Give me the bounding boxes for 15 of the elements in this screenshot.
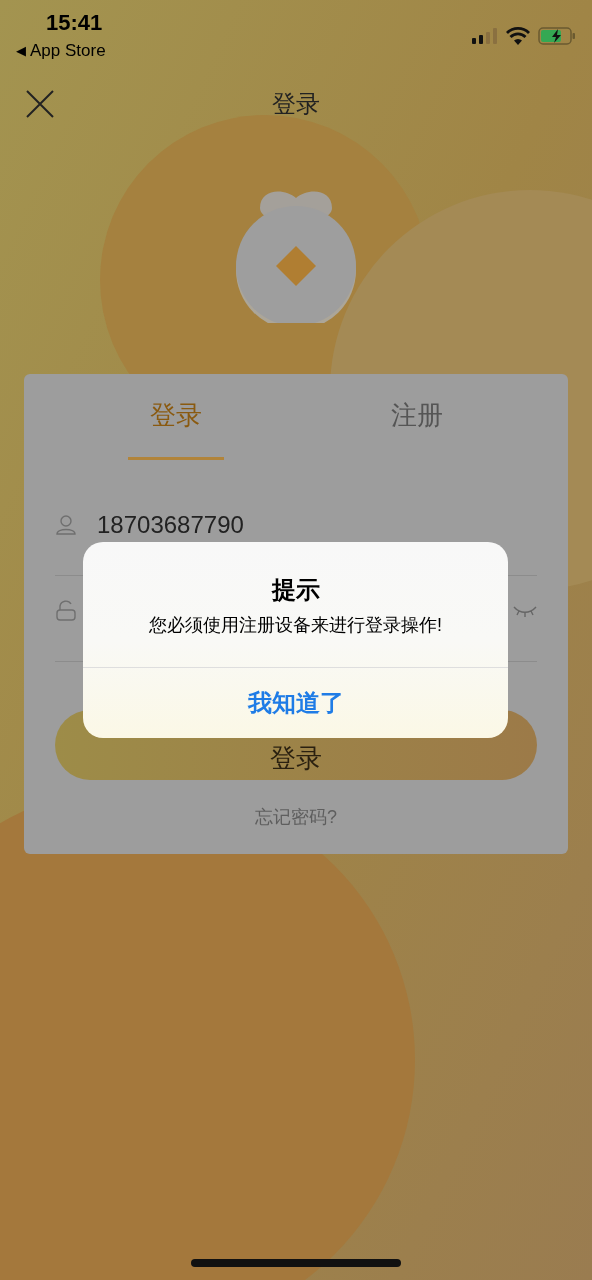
page-title: 登录 xyxy=(272,89,320,119)
wifi-icon xyxy=(506,27,530,45)
back-app-link[interactable]: App Store xyxy=(30,38,106,64)
battery-icon xyxy=(538,27,576,45)
alert-message: 您必须使用注册设备来进行登录操作! xyxy=(149,614,442,637)
forgot-password-link[interactable]: 忘记密码? xyxy=(255,804,337,831)
account-field[interactable]: 18703687790 xyxy=(97,506,244,543)
status-time: 15:41 xyxy=(45,9,104,37)
signal-icon xyxy=(472,28,498,44)
tab[interactable]: 注册 xyxy=(368,374,465,460)
lock-icon xyxy=(55,599,77,622)
back-arrow[interactable]: ◀ xyxy=(16,41,26,61)
close-icon[interactable] xyxy=(26,90,54,118)
alert-title: 提示 xyxy=(271,575,320,605)
user-icon xyxy=(55,513,77,536)
